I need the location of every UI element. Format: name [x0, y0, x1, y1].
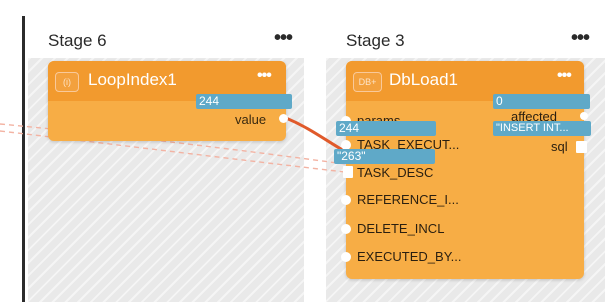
executed-by-label: EXECUTED_BY...: [357, 249, 462, 264]
param-row-reference-id: REFERENCE_I...: [341, 190, 584, 210]
stage-6-title: Stage 6: [48, 31, 107, 50]
stage-3-title: Stage 3: [346, 31, 405, 50]
db-load-node-title: DbLoad1: [389, 70, 459, 89]
delete-incl-input-port[interactable]: [341, 224, 351, 234]
loop-index-node-title: LoopIndex1: [88, 70, 177, 89]
workflow-canvas[interactable]: Stage 6 ••• Stage 3 ••• (i) LoopIndex1 •…: [0, 0, 605, 302]
param-row-executed-by: EXECUTED_BY...: [341, 247, 584, 267]
db-load-type-icon: DB+: [353, 72, 382, 92]
value-output-port[interactable]: [279, 114, 288, 123]
affected-output-port[interactable]: [580, 112, 588, 120]
param-row-task-desc: TASK_DESC: [343, 163, 584, 183]
params-value-pill: 244: [336, 121, 436, 136]
loop-index-node[interactable]: (i) LoopIndex1 ••• 244 value: [48, 61, 292, 141]
affected-value-pill: 0: [493, 94, 590, 109]
param-row-delete-incl: DELETE_INCL: [341, 219, 584, 239]
task-desc-input-port[interactable]: [343, 166, 353, 178]
delete-incl-label: DELETE_INCL: [357, 221, 445, 236]
reference-id-label: REFERENCE_I...: [357, 192, 459, 207]
canvas-left-edge: [22, 16, 25, 302]
value-output-pill: 244: [196, 94, 292, 109]
db-load-more-button[interactable]: •••: [557, 67, 572, 85]
executed-by-input-port[interactable]: [341, 252, 351, 262]
sql-output-port[interactable]: [576, 141, 587, 153]
value-output-label: value: [235, 112, 267, 127]
task-desc-label: TASK_DESC: [357, 165, 434, 180]
stage-6-more-button[interactable]: •••: [274, 28, 293, 48]
stage-3-header: Stage 3 •••: [326, 20, 605, 58]
stage-3-more-button[interactable]: •••: [571, 28, 590, 48]
stage-6-header: Stage 6 •••: [28, 20, 304, 58]
reference-id-input-port[interactable]: [341, 195, 351, 205]
sql-value-pill: "INSERT INT...: [493, 121, 591, 136]
task-executed-value-pill: "263": [334, 149, 435, 164]
loop-index-type-icon: (i): [55, 72, 79, 92]
loop-index-more-button[interactable]: •••: [257, 67, 272, 85]
sql-output-label: sql: [551, 139, 568, 154]
